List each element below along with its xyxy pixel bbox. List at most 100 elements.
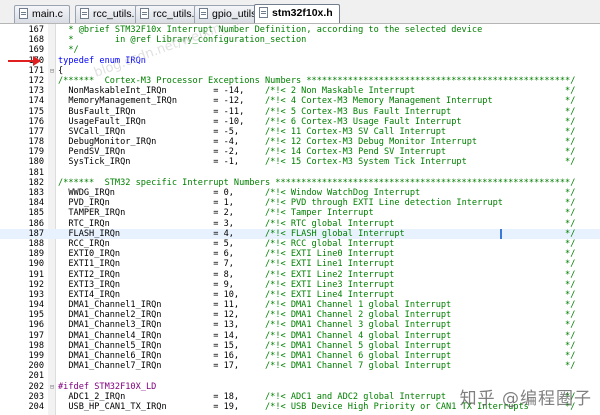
line-number: 193 bbox=[28, 289, 44, 300]
code-text: BusFault_IRQn = -11, /*!< 5 Cortex-M3 Bu… bbox=[58, 106, 576, 117]
file-icon bbox=[19, 8, 28, 19]
code-text: PendSV_IRQn = -2, /*!< 14 Cortex-M3 Pend… bbox=[58, 147, 576, 158]
code-text: /****** Cortex-M3 Processor Exceptions N… bbox=[58, 75, 576, 86]
code-line[interactable]: 194 DMA1_Channel1_IRQn = 11, /*!< DMA1 C… bbox=[0, 300, 600, 310]
code-text: DMA1_Channel6_IRQn = 16, /*!< DMA1 Chann… bbox=[58, 351, 576, 361]
line-number: 201 bbox=[28, 371, 44, 382]
code-text: DMA1_Channel7_IRQn = 17, /*!< DMA1 Chann… bbox=[58, 361, 576, 372]
code-editor[interactable]: 167 * @brief STM32F10x Interrupt Number … bbox=[0, 25, 600, 412]
code-line[interactable]: 199 DMA1_Channel6_IRQn = 16, /*!< DMA1 C… bbox=[0, 351, 600, 361]
fold-toggle-icon[interactable]: ⊟ bbox=[49, 382, 55, 392]
line-number: 171 bbox=[28, 65, 44, 76]
line-number: 178 bbox=[28, 137, 44, 148]
line-number: 191 bbox=[28, 269, 44, 280]
code-line[interactable]: 182 /****** STM32 specific Interrupt Numb… bbox=[0, 178, 600, 188]
code-text: RTC_IRQn = 3, /*!< RTC global Interrupt … bbox=[58, 218, 576, 229]
code-text: EXTI2_IRQn = 8, /*!< EXTI Line2 Interrup… bbox=[58, 269, 576, 280]
line-number: 168 bbox=[28, 35, 44, 46]
code-text: DMA1_Channel4_IRQn = 14, /*!< DMA1 Chann… bbox=[58, 330, 576, 341]
tab-main-c[interactable]: main.c bbox=[14, 5, 70, 23]
code-text: EXTI1_IRQn = 7, /*!< EXTI Line1 Interrup… bbox=[58, 259, 576, 270]
code-line[interactable]: 174 MemoryManagement_IRQn = -12, /*!< 4 … bbox=[0, 96, 600, 106]
code-text: UsageFault_IRQn = -10, /*!< 6 Cortex-M3 … bbox=[58, 116, 576, 127]
code-line[interactable]: 191 EXTI2_IRQn = 8, /*!< EXTI Line2 Inte… bbox=[0, 270, 600, 280]
line-number: 197 bbox=[28, 330, 44, 341]
code-text: NonMaskableInt_IRQn = -14, /*!< 2 Non Ma… bbox=[58, 86, 576, 97]
line-number: 172 bbox=[28, 75, 44, 86]
code-line[interactable]: 184 PVD_IRQn = 1, /*!< PVD through EXTI … bbox=[0, 198, 600, 208]
tab-label: rcc_utils.c bbox=[153, 8, 200, 20]
line-number: 188 bbox=[28, 238, 44, 249]
line-number: 192 bbox=[28, 279, 44, 290]
code-line[interactable]: 195 DMA1_Channel2_IRQn = 12, /*!< DMA1 C… bbox=[0, 310, 600, 320]
file-icon bbox=[259, 7, 268, 18]
code-text: EXTI3_IRQn = 9, /*!< EXTI Line3 Interrup… bbox=[58, 279, 576, 290]
zhihu-watermark: 知乎 @编程圈子 bbox=[459, 389, 592, 409]
fold-toggle-icon[interactable]: ⊟ bbox=[49, 66, 55, 76]
code-line[interactable]: 175 BusFault_IRQn = -11, /*!< 5 Cortex-M… bbox=[0, 107, 600, 117]
code-line[interactable]: 192 EXTI3_IRQn = 9, /*!< EXTI Line3 Inte… bbox=[0, 280, 600, 290]
line-number: 179 bbox=[28, 147, 44, 158]
tab-stm32f10x-h[interactable]: stm32f10x.h bbox=[254, 4, 340, 23]
code-line[interactable]: 200 DMA1_Channel7_IRQn = 17, /*!< DMA1 C… bbox=[0, 361, 600, 371]
code-text: DMA1_Channel1_IRQn = 11, /*!< DMA1 Chann… bbox=[58, 300, 576, 311]
line-number: 198 bbox=[28, 340, 44, 351]
line-number: 167 bbox=[28, 25, 44, 35]
line-number: 185 bbox=[28, 208, 44, 219]
code-line[interactable]: 187 FLASH_IRQn = 4, /*!< FLASH global In… bbox=[0, 228, 600, 239]
code-text: EXTI0_IRQn = 6, /*!< EXTI Line0 Interrup… bbox=[58, 249, 576, 260]
code-line[interactable]: 196 DMA1_Channel3_IRQn = 13, /*!< DMA1 C… bbox=[0, 320, 600, 330]
line-number: 174 bbox=[28, 96, 44, 107]
code-text: TAMPER_IRQn = 2, /*!< Tamper Interrupt *… bbox=[58, 208, 576, 219]
line-number: 183 bbox=[28, 188, 44, 198]
file-icon bbox=[199, 8, 208, 19]
code-line[interactable]: 181 bbox=[0, 168, 600, 178]
code-text: EXTI4_IRQn = 10, /*!< EXTI Line4 Interru… bbox=[58, 289, 576, 300]
tab-label: main.c bbox=[32, 8, 63, 20]
code-line[interactable]: 176 UsageFault_IRQn = -10, /*!< 6 Cortex… bbox=[0, 117, 600, 127]
code-text: DMA1_Channel5_IRQn = 15, /*!< DMA1 Chann… bbox=[58, 340, 576, 351]
code-line[interactable]: 173 NonMaskableInt_IRQn = -14, /*!< 2 No… bbox=[0, 86, 600, 96]
code-line[interactable]: 167 * @brief STM32F10x Interrupt Number … bbox=[0, 25, 600, 35]
code-text: * @brief STM32F10x Interrupt Number Defi… bbox=[58, 25, 483, 35]
editor-tab-bar: main.c rcc_utils.h rcc_utils.c gpio_utils.c… bbox=[0, 0, 600, 24]
code-text: WWDG_IRQn = 0, /*!< Window WatchDog Inte… bbox=[58, 188, 576, 198]
code-line[interactable]: 183 WWDG_IRQn = 0, /*!< Window WatchDog … bbox=[0, 188, 600, 198]
line-number: 176 bbox=[28, 116, 44, 127]
line-number: 202 bbox=[28, 381, 44, 392]
code-text: PVD_IRQn = 1, /*!< PVD through EXTI Line… bbox=[58, 198, 576, 209]
code-text: DebugMonitor_IRQn = -4, /*!< 12 Cortex-M… bbox=[58, 137, 576, 148]
code-line[interactable]: 169 */ bbox=[0, 45, 600, 55]
code-text: */ bbox=[58, 45, 79, 56]
line-number: 173 bbox=[28, 86, 44, 97]
line-number: 169 bbox=[28, 45, 44, 56]
code-line[interactable]: 197 DMA1_Channel4_IRQn = 14, /*!< DMA1 C… bbox=[0, 331, 600, 341]
code-line[interactable]: 170typedef enum IRQn bbox=[0, 55, 600, 66]
line-number: 196 bbox=[28, 320, 44, 331]
code-line[interactable]: 168 * in @ref Library_configuration_sect… bbox=[0, 35, 600, 45]
line-number: 200 bbox=[28, 361, 44, 372]
code-line[interactable]: 198 DMA1_Channel5_IRQn = 15, /*!< DMA1 C… bbox=[0, 341, 600, 351]
code-line[interactable]: 186 RTC_IRQn = 3, /*!< RTC global Interr… bbox=[0, 219, 600, 229]
code-line[interactable]: 185 TAMPER_IRQn = 2, /*!< Tamper Interru… bbox=[0, 208, 600, 218]
code-line[interactable]: 188 RCC_IRQn = 5, /*!< RCC global Interr… bbox=[0, 239, 600, 249]
code-text: MemoryManagement_IRQn = -12, /*!< 4 Cort… bbox=[58, 96, 576, 107]
line-number: 189 bbox=[28, 249, 44, 260]
code-text: SysTick_IRQn = -1, /*!< 15 Cortex-M3 Sys… bbox=[58, 157, 576, 168]
code-line[interactable]: 179 PendSV_IRQn = -2, /*!< 14 Cortex-M3 … bbox=[0, 147, 600, 157]
line-number: 194 bbox=[28, 300, 44, 311]
code-line[interactable]: 172 /****** Cortex-M3 Processor Exception… bbox=[0, 76, 600, 86]
code-line[interactable]: 193 EXTI4_IRQn = 10, /*!< EXTI Line4 Int… bbox=[0, 290, 600, 300]
code-line[interactable]: 189 EXTI0_IRQn = 6, /*!< EXTI Line0 Inte… bbox=[0, 249, 600, 259]
line-number: 199 bbox=[28, 351, 44, 361]
code-text: DMA1_Channel3_IRQn = 13, /*!< DMA1 Chann… bbox=[58, 320, 576, 331]
code-line[interactable]: 177 SVCall_IRQn = -5, /*!< 11 Cortex-M3 … bbox=[0, 127, 600, 137]
line-number: 204 bbox=[28, 401, 44, 412]
code-line[interactable]: 171 ⊟{ bbox=[0, 66, 600, 76]
code-line[interactable]: 178 DebugMonitor_IRQn = -4, /*!< 12 Cort… bbox=[0, 137, 600, 147]
line-number: 186 bbox=[28, 218, 44, 229]
code-line[interactable]: 180 SysTick_IRQn = -1, /*!< 15 Cortex-M3… bbox=[0, 157, 600, 167]
code-line[interactable]: 201 bbox=[0, 371, 600, 381]
code-line[interactable]: 190 EXTI1_IRQn = 7, /*!< EXTI Line1 Inte… bbox=[0, 259, 600, 269]
line-number: 182 bbox=[28, 177, 44, 188]
